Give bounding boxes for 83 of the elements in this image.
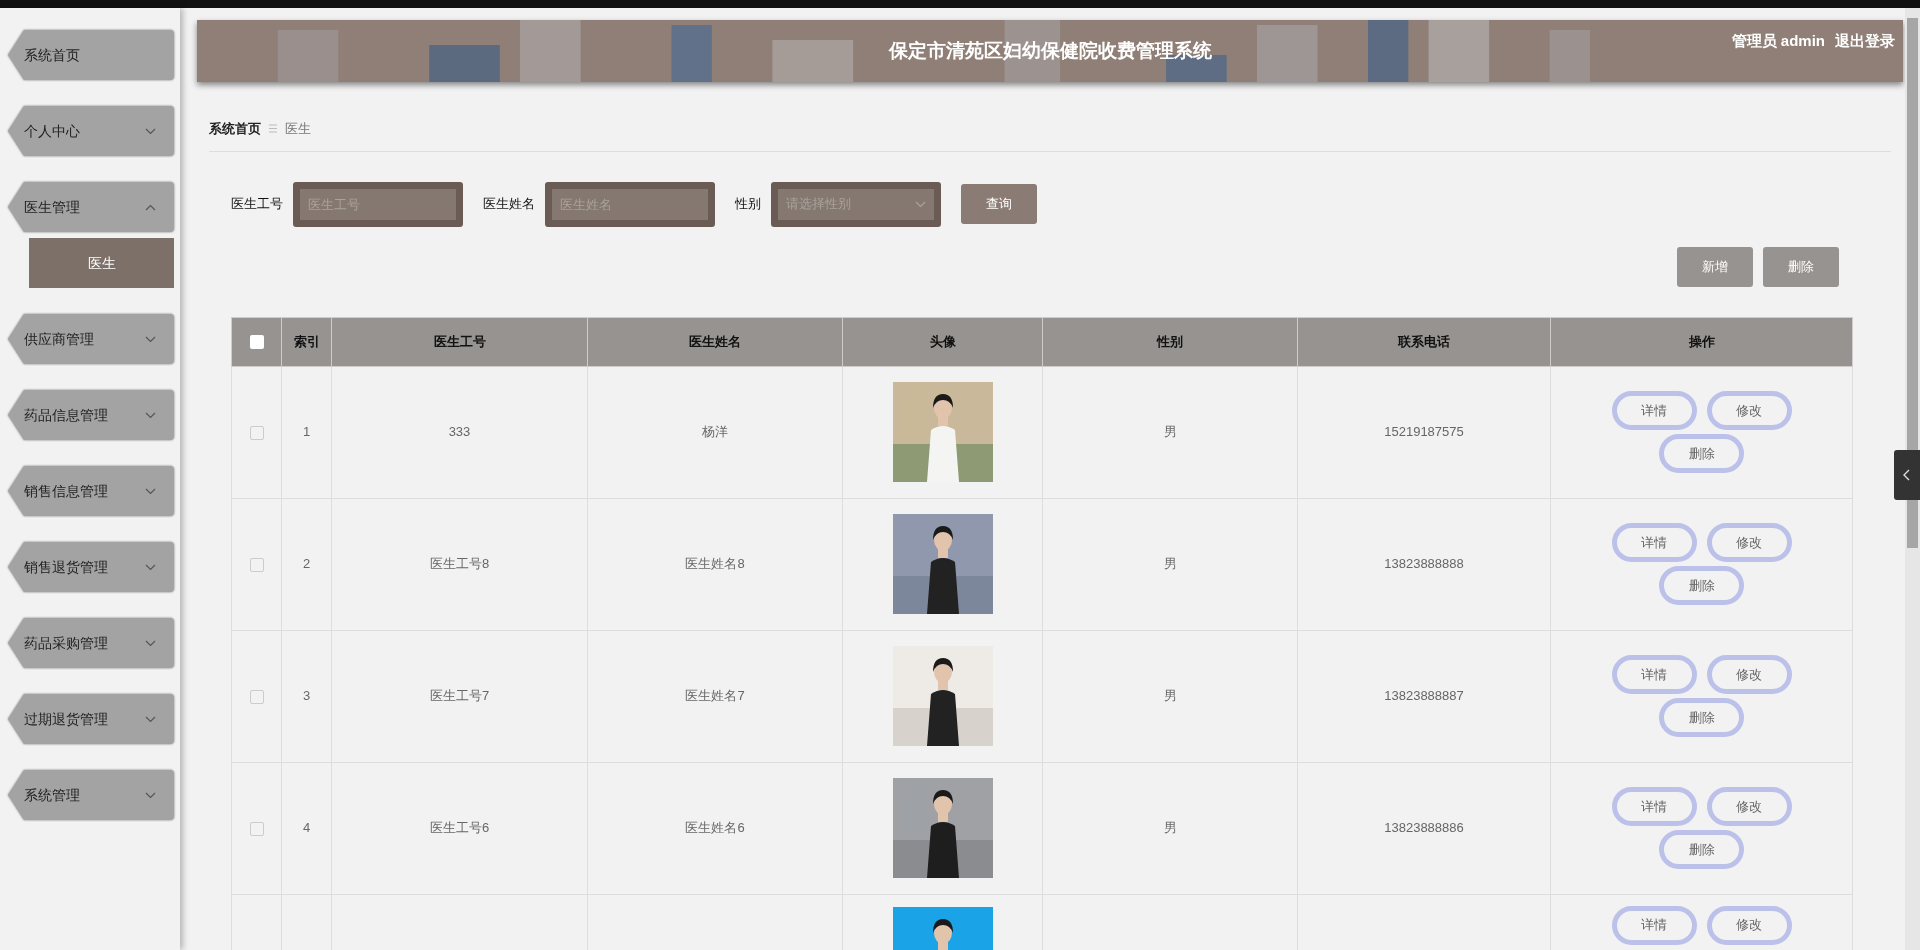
menu-item[interactable]: 药品信息管理	[8, 390, 174, 440]
separator-icon	[269, 124, 277, 134]
chevron-down-icon	[145, 335, 156, 343]
menu-item[interactable]: 系统首页	[8, 30, 174, 80]
menu-item[interactable]: 系统管理	[8, 770, 174, 820]
column-header: 头像	[842, 317, 1043, 366]
table-cell: 男	[1042, 498, 1298, 630]
table-cell: 医生工号8	[331, 498, 588, 630]
chevron-down-icon	[145, 639, 156, 647]
menu-item[interactable]: 过期退货管理	[8, 694, 174, 744]
chevron-down-icon	[145, 411, 156, 419]
table-cell: 杨洋	[587, 366, 843, 498]
table-cell: 医生工号6	[331, 762, 588, 894]
field-label: 医生姓名	[483, 195, 535, 214]
detail-button[interactable]: 详情	[1611, 523, 1697, 562]
column-header: 医生姓名	[587, 317, 843, 366]
field-label: 医生工号	[231, 195, 283, 214]
menu-item[interactable]: 销售退货管理	[8, 542, 174, 592]
chevron-down-icon	[145, 715, 156, 723]
menu-item[interactable]: 个人中心	[8, 106, 174, 156]
column-header: 医生工号	[331, 317, 588, 366]
menu-item[interactable]: 供应商管理	[8, 314, 174, 364]
table-cell: 男	[1042, 630, 1298, 762]
delete-button[interactable]: 删除	[1763, 246, 1839, 287]
column-header: 索引	[281, 317, 332, 366]
table-cell: 2	[281, 498, 332, 630]
chevron-down-icon	[145, 563, 156, 571]
edit-button[interactable]: 修改	[1706, 523, 1792, 562]
edit-button[interactable]: 修改	[1706, 905, 1792, 945]
table-cell: 333	[331, 366, 588, 498]
table-cell: 男	[1042, 762, 1298, 894]
menu-item[interactable]: 销售信息管理	[8, 466, 174, 516]
table-cell: 男	[1042, 366, 1298, 498]
delete-button[interactable]: 删除	[1659, 698, 1744, 737]
add-button[interactable]: 新增	[1677, 246, 1753, 287]
menu-item[interactable]: 医生管理	[8, 182, 174, 232]
row-checkbox[interactable]	[249, 557, 264, 572]
delete-button[interactable]: 删除	[1659, 830, 1744, 869]
breadcrumb-item[interactable]: 系统首页	[209, 119, 261, 139]
chevron-down-icon	[145, 791, 156, 799]
chevron-down-icon	[145, 127, 156, 135]
table-cell: 15219187575	[1297, 366, 1551, 498]
edit-button[interactable]: 修改	[1706, 655, 1792, 694]
table-cell: 医生姓名7	[587, 630, 843, 762]
row-checkbox[interactable]	[249, 689, 264, 704]
edit-button[interactable]: 修改	[1706, 391, 1792, 430]
delete-button[interactable]: 删除	[1659, 434, 1744, 473]
detail-button[interactable]: 详情	[1611, 905, 1697, 945]
table-cell: 13823888886	[1297, 762, 1551, 894]
user-label: 管理员 admin	[1731, 31, 1825, 51]
select-all-checkbox[interactable]	[249, 335, 264, 350]
breadcrumb-item: 医生	[285, 120, 311, 138]
search-button[interactable]: 查询	[961, 184, 1037, 224]
row-checkbox[interactable]	[249, 425, 264, 440]
logout-link[interactable]: 退出登录	[1835, 30, 1895, 53]
system-title: 保定市清苑区妇幼保健院收费管理系统	[888, 38, 1212, 63]
column-header: 联系电话	[1297, 317, 1551, 366]
chevron-down-icon	[145, 487, 156, 495]
detail-button[interactable]: 详情	[1611, 391, 1697, 430]
scrollbar[interactable]	[1905, 8, 1920, 950]
scrollbar-thumb[interactable]	[1907, 18, 1918, 548]
menu-item[interactable]: 药品采购管理	[8, 618, 174, 668]
chevron-left-icon	[1903, 469, 1911, 481]
detail-button[interactable]: 详情	[1611, 655, 1697, 694]
table-cell: 13823888887	[1297, 630, 1551, 762]
table-cell: 3	[281, 630, 332, 762]
row-checkbox[interactable]	[249, 821, 264, 836]
dropdown-icon	[915, 200, 926, 208]
table-cell: 1	[281, 366, 332, 498]
column-header: 操作	[1550, 317, 1853, 366]
table-cell: 医生姓名6	[587, 762, 843, 894]
column-header: 性别	[1042, 317, 1298, 366]
table-cell: 医生工号7	[331, 630, 588, 762]
delete-button[interactable]: 删除	[1659, 566, 1744, 605]
field-label: 性别	[735, 195, 761, 214]
collapse-tab[interactable]	[1894, 450, 1920, 500]
chevron-up-icon	[145, 203, 156, 211]
table-cell: 13823888888	[1297, 498, 1551, 630]
submenu-item[interactable]: 医生	[29, 238, 174, 288]
edit-button[interactable]: 修改	[1706, 787, 1792, 826]
table-cell: 4	[281, 762, 332, 894]
detail-button[interactable]: 详情	[1611, 787, 1697, 826]
table-cell: 医生姓名8	[587, 498, 843, 630]
